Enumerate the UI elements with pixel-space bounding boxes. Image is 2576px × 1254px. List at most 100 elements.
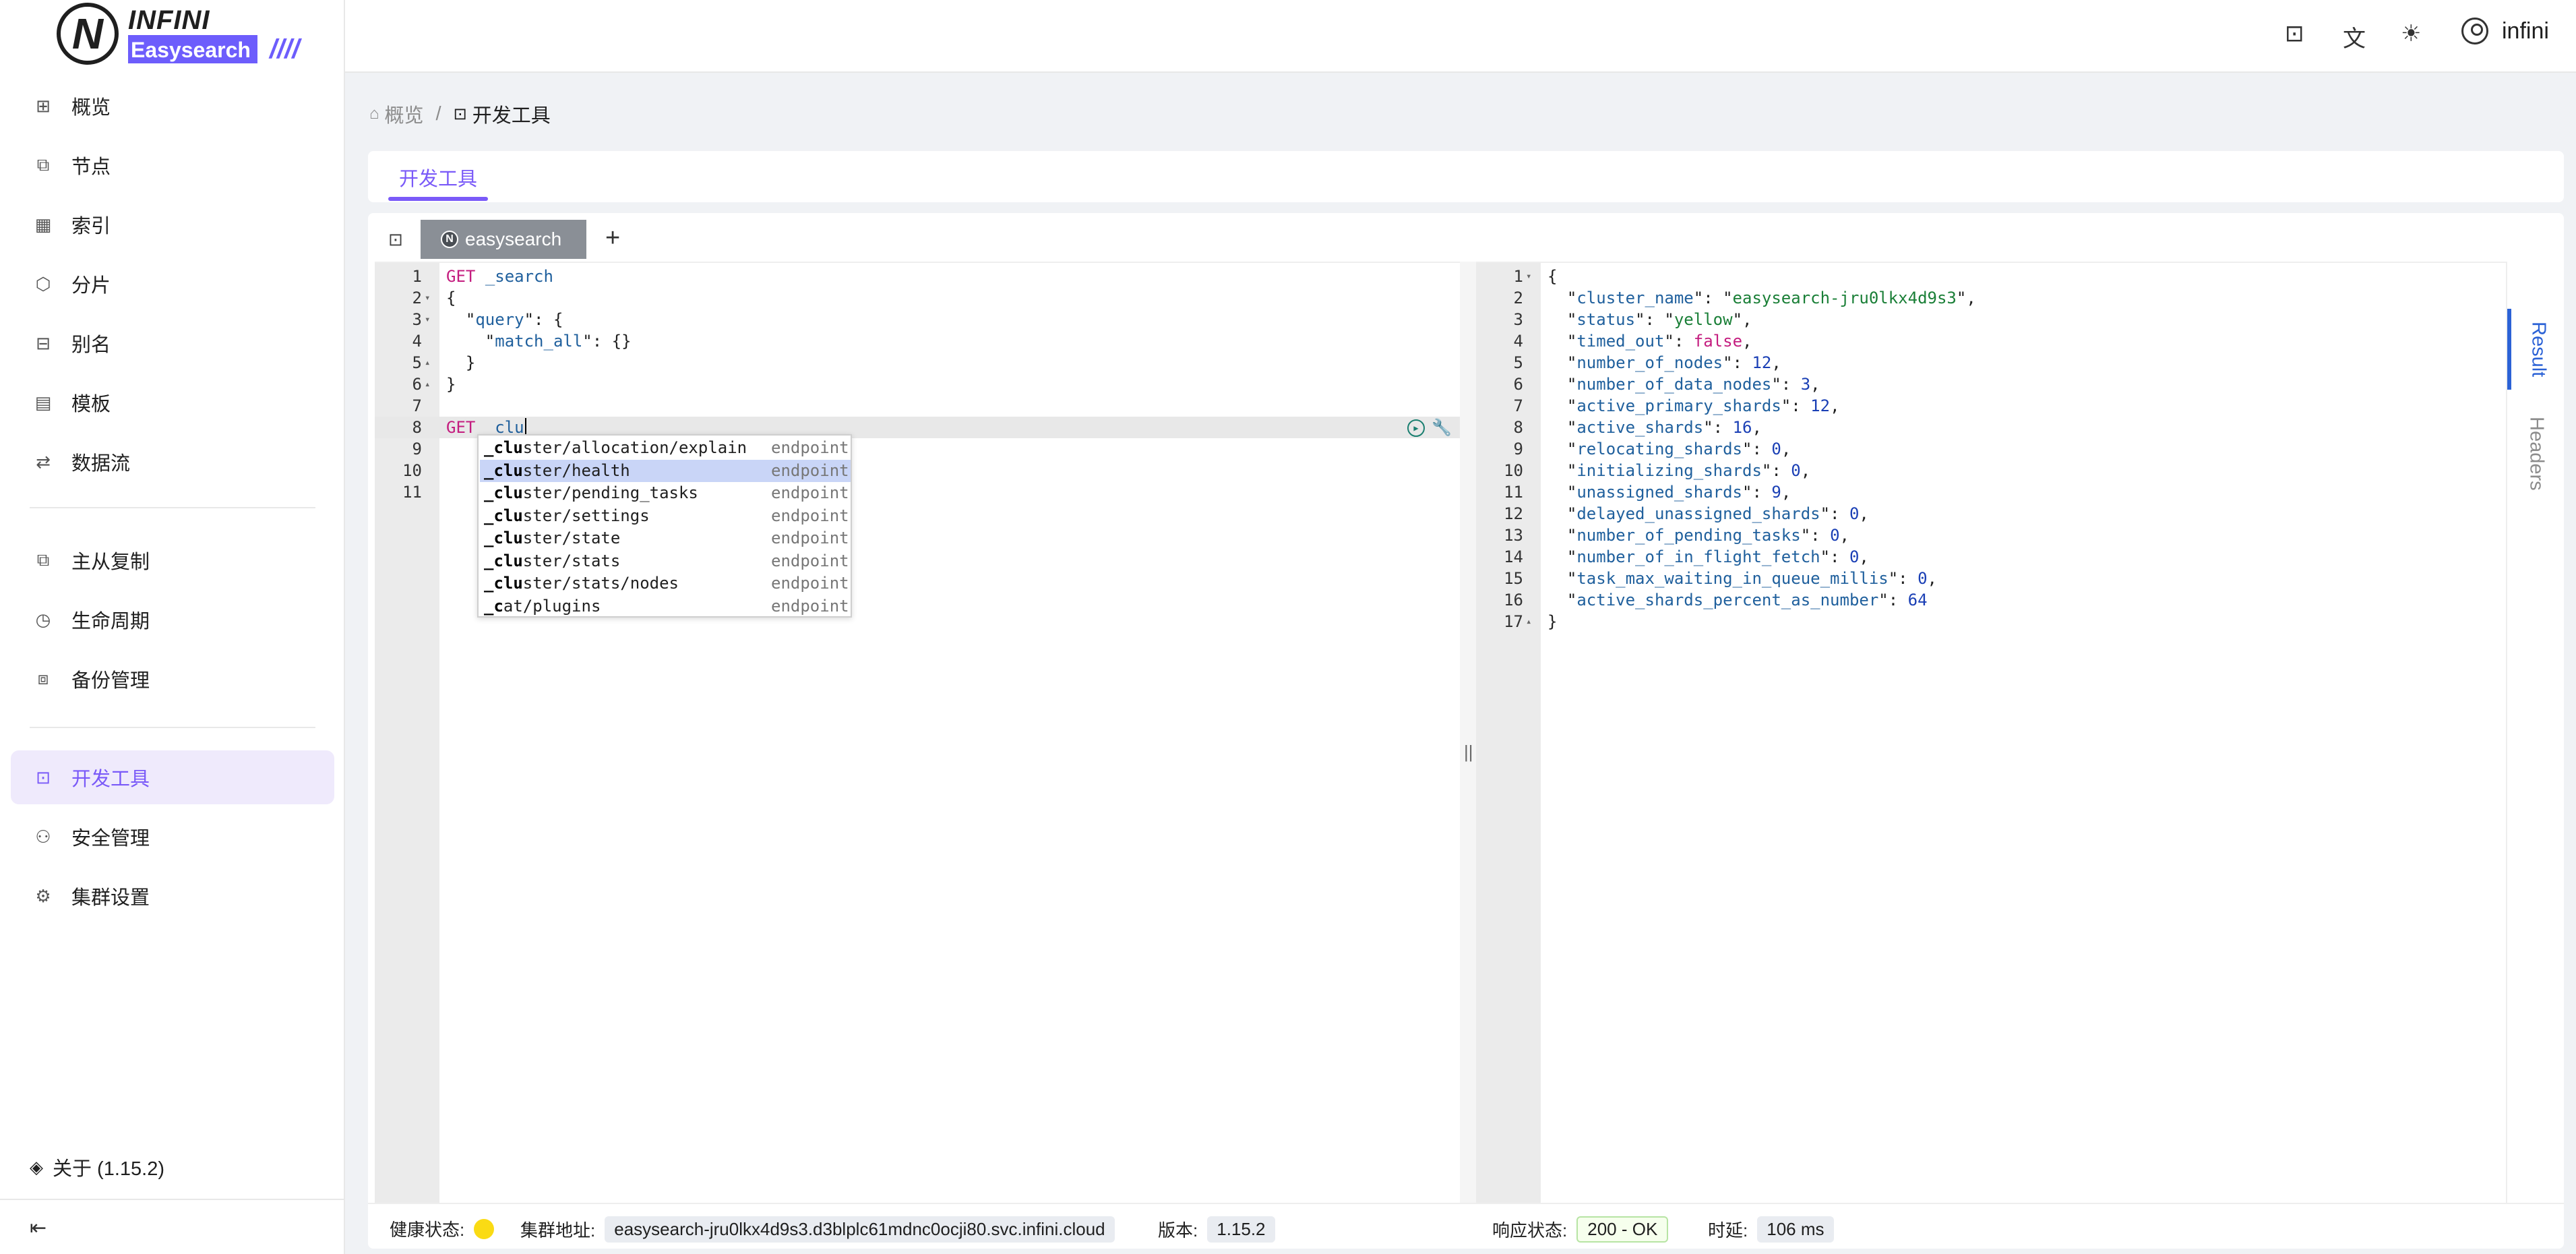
sidebar-item-backup[interactable]: ⧈ 备份管理 xyxy=(11,652,334,706)
request-line[interactable]: 7 xyxy=(375,395,1461,417)
user-avatar-icon xyxy=(2461,18,2488,44)
collapse-sidebar-icon[interactable]: ⇤ xyxy=(30,1216,47,1240)
splitter-grip-icon[interactable]: || xyxy=(1464,742,1473,763)
autocomplete-option-label: _cluster/pending_tasks xyxy=(484,483,698,502)
dashboard-icon: ⊞ xyxy=(36,95,51,116)
tab-result[interactable]: Result xyxy=(2507,309,2564,390)
breadcrumb-home[interactable]: ⌂ 概览 xyxy=(369,100,424,128)
code-text: "initializing_shards": 0, xyxy=(1547,461,1811,480)
cluster-address: 集群地址: easysearch-jru0lkx4d9s3.d3blplc61m… xyxy=(520,1216,1115,1243)
code-text: "delayed_unassigned_shards": 0, xyxy=(1547,504,1869,523)
fold-toggle-icon[interactable]: ▴ xyxy=(425,352,430,374)
translate-icon[interactable]: 文 xyxy=(2343,20,2366,53)
breadcrumb-current-label: 开发工具 xyxy=(472,105,551,127)
table-icon: ▦ xyxy=(34,214,52,235)
breadcrumb-separator: / xyxy=(435,102,441,125)
sidebar-item-label: 集群设置 xyxy=(71,887,150,909)
response-line: 16 "active_shards_percent_as_number": 64 xyxy=(1476,589,2517,611)
request-editor[interactable]: 1 GET _search 2 ▾{3 ▾ "query": {4 "match_all… xyxy=(375,262,1461,1204)
fold-toggle-icon[interactable]: ▴ xyxy=(425,374,430,395)
nodes-icon: ⧉ xyxy=(36,154,50,175)
response-line: 15 "task_max_waiting_in_queue_millis": 0… xyxy=(1476,568,2517,589)
terminal-toggle-icon[interactable]: ⊡ xyxy=(388,229,403,250)
response-line: 4 "timed_out": false, xyxy=(1476,330,2517,352)
autocomplete-option[interactable]: _cluster/pending_tasks endpoint xyxy=(480,482,851,504)
code-text: "cluster_name": "easysearch-jru0lkx4d9s3… xyxy=(1547,289,1976,307)
code-text: "number_of_pending_tasks": 0, xyxy=(1547,526,1849,545)
autocomplete-option[interactable]: _cluster/health endpoint xyxy=(480,459,851,482)
code-text: "query": { xyxy=(446,310,563,329)
terminal-icon[interactable]: ⊡ xyxy=(2285,20,2304,47)
code-text: "relocating_shards": 0, xyxy=(1547,440,1791,458)
response-line: 5 "number_of_nodes": 12, xyxy=(1476,352,2517,374)
autocomplete-option[interactable]: _cat/plugins endpoint xyxy=(480,595,851,618)
response-line: 12 "delayed_unassigned_shards": 0, xyxy=(1476,503,2517,525)
autocomplete-option-meta: endpoint xyxy=(771,438,849,457)
address-value: easysearch-jru0lkx4d9s3.d3blplc61mdnc0oc… xyxy=(605,1216,1115,1243)
response-line: 17 ▴} xyxy=(1476,611,2517,632)
request-line[interactable]: 6 ▴} xyxy=(375,374,1461,395)
sidebar-item-label: 节点 xyxy=(71,156,111,178)
code-text: "active_primary_shards": 12, xyxy=(1547,396,1840,415)
sidebar-item-replication[interactable]: ⧉ 主从复制 xyxy=(11,533,334,587)
autocomplete-option[interactable]: _cluster/state endpoint xyxy=(480,527,851,549)
line-number: 2 xyxy=(412,289,422,307)
fold-toggle-icon[interactable]: ▴ xyxy=(1526,611,1531,632)
sidebar-item-overview[interactable]: ⊞ 概览 xyxy=(11,79,334,133)
brand-product: Easysearch xyxy=(128,35,257,63)
request-line[interactable]: 1 GET _search xyxy=(375,266,1461,287)
line-number: 15 xyxy=(1504,569,1523,588)
autocomplete-option[interactable]: _cluster/allocation/explain endpoint xyxy=(480,437,851,459)
autocomplete-option[interactable]: _cluster/stats/nodes endpoint xyxy=(480,572,851,595)
request-line[interactable]: 2 ▾ { xyxy=(375,287,1461,309)
breadcrumb: ⌂ 概览 / ⊡ 开发工具 xyxy=(369,100,551,128)
tab-headers[interactable]: Headers xyxy=(2507,403,2564,504)
line-number: 11 xyxy=(1504,483,1523,502)
autocomplete-option[interactable]: _cluster/stats endpoint xyxy=(480,550,851,572)
sidebar-item-label: 概览 xyxy=(71,97,111,119)
code-text: "active_shards": 16, xyxy=(1547,418,1762,437)
response-line: 1 ▾ { xyxy=(1476,266,2517,287)
fold-toggle-icon[interactable]: ▾ xyxy=(425,309,430,330)
brand-logo[interactable]: N INFINI Easysearch //// xyxy=(57,3,299,70)
autocomplete-option[interactable]: _cluster/settings endpoint xyxy=(480,505,851,527)
sidebar-item-shards[interactable]: ⬡ 分片 xyxy=(11,257,334,311)
fold-toggle-icon[interactable]: ▾ xyxy=(425,287,430,309)
request-line[interactable]: 4 "match_all": {} xyxy=(375,330,1461,352)
sidebar-item-templates[interactable]: ▤ 模板 xyxy=(11,376,334,429)
sidebar-item-data-streams[interactable]: ⇄ 数据流 xyxy=(11,435,334,489)
tab-dev-tools[interactable]: 开发工具 xyxy=(399,163,477,191)
autocomplete-option-label: _cluster/stats xyxy=(484,551,621,570)
request-line[interactable]: 3 ▾ "query": { xyxy=(375,309,1461,330)
fold-toggle-icon[interactable]: ▾ xyxy=(1526,266,1531,287)
add-tab-button[interactable]: + xyxy=(605,224,620,253)
response-status: 响应状态: 200 - OK xyxy=(1492,1216,1669,1243)
response-line: 6 "number_of_data_nodes": 3, xyxy=(1476,374,2517,395)
sidebar-item-dev-tools[interactable]: ⊡ 开发工具 xyxy=(11,750,334,804)
line-number: 7 xyxy=(1513,396,1523,415)
run-request-icon[interactable]: ▶ xyxy=(1407,419,1425,437)
sidebar-item-label: 开发工具 xyxy=(71,769,150,790)
address-label: 集群地址: xyxy=(520,1220,596,1241)
pane-splitter[interactable] xyxy=(1460,262,1476,1203)
autocomplete-option-meta: endpoint xyxy=(771,596,849,616)
wrench-icon[interactable]: 🔧 xyxy=(1432,417,1452,438)
response-viewer[interactable]: 1 ▾ {2 "cluster_name": "easysearch-jru0lkx… xyxy=(1476,262,2517,1204)
sidebar-item-nodes[interactable]: ⧉ 节点 xyxy=(11,138,334,192)
console-tab-easysearch[interactable]: N easysearch xyxy=(421,220,586,259)
response-line: 14 "number_of_in_flight_fetch": 0, xyxy=(1476,546,2517,568)
breadcrumb-home-label: 概览 xyxy=(384,105,424,127)
sidebar-item-cluster-settings[interactable]: ⚙ 集群设置 xyxy=(11,869,334,923)
sidebar-item-indices[interactable]: ▦ 索引 xyxy=(11,198,334,251)
line-number: 5 xyxy=(1513,353,1523,372)
template-icon: ▤ xyxy=(34,392,52,413)
theme-sun-icon[interactable]: ☀ xyxy=(2401,20,2421,47)
about-link[interactable]: ◈ 关于 (1.15.2) xyxy=(30,1153,164,1181)
response-side-tabs: Result Headers xyxy=(2506,262,2564,1203)
line-number: 9 xyxy=(412,440,422,458)
request-line[interactable]: 5 ▴ } xyxy=(375,352,1461,374)
sidebar-item-lifecycle[interactable]: ◷ 生命周期 xyxy=(11,593,334,647)
user-menu[interactable]: infini xyxy=(2461,18,2549,44)
sidebar-item-aliases[interactable]: ⊟ 别名 xyxy=(11,316,334,370)
sidebar-item-security[interactable]: ⚇ 安全管理 xyxy=(11,810,334,864)
